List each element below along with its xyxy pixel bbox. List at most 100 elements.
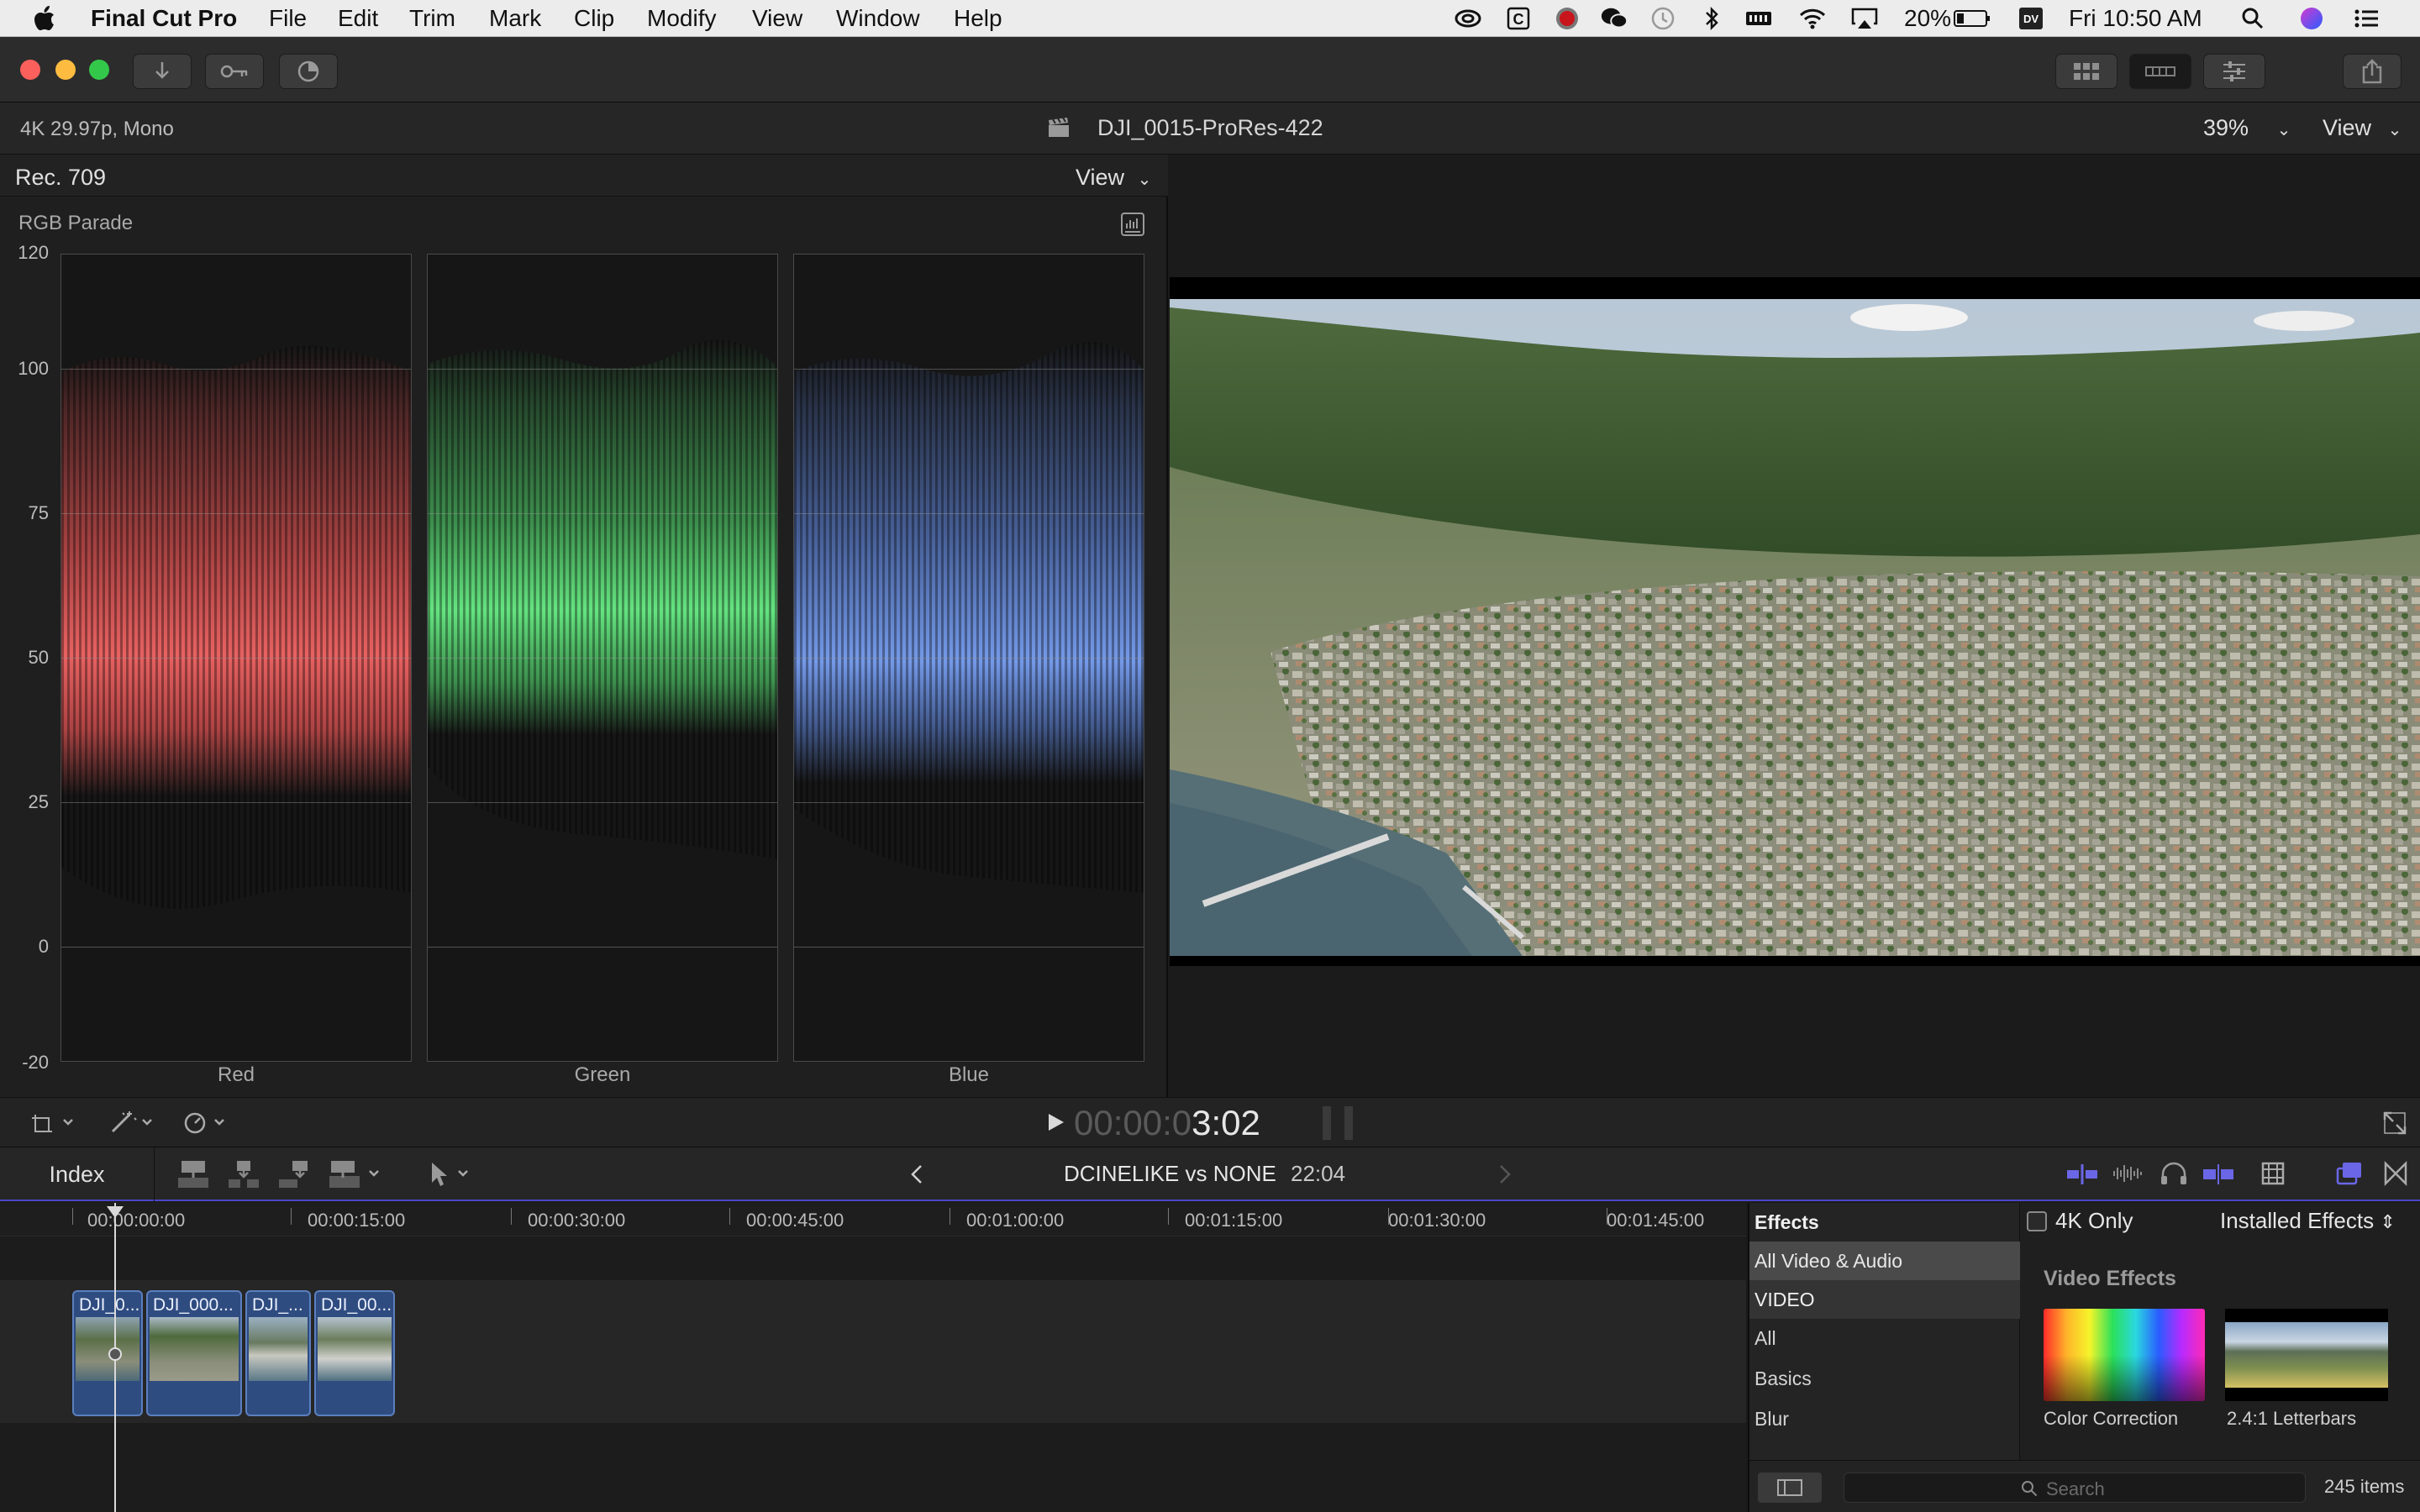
wechat-icon[interactable] bbox=[1600, 5, 1628, 32]
index-button[interactable]: Index bbox=[0, 1147, 155, 1201]
dv-badge[interactable]: DV bbox=[2017, 5, 2045, 32]
connect-clip-button[interactable] bbox=[176, 1159, 210, 1189]
audio-meter-left bbox=[1323, 1106, 1331, 1140]
import-button[interactable] bbox=[133, 54, 192, 89]
clip-thumbnail bbox=[249, 1317, 308, 1381]
category-video-header: VIDEO bbox=[1749, 1280, 2020, 1319]
menu-window[interactable]: Window bbox=[836, 5, 920, 32]
browser-toggle-button[interactable] bbox=[2055, 54, 2118, 89]
4k-only-checkbox[interactable] bbox=[2027, 1211, 2047, 1231]
retime-menu[interactable] bbox=[183, 1110, 234, 1135]
apple-icon[interactable] bbox=[30, 5, 59, 32]
menu-trim[interactable]: Trim bbox=[409, 5, 455, 32]
timecode-display[interactable]: 00:00:03:02 bbox=[1074, 1103, 1260, 1143]
timeline-toggle-button[interactable] bbox=[2129, 54, 2191, 89]
category-all-video-audio[interactable]: All Video & Audio bbox=[1749, 1242, 2020, 1280]
snapping-icon[interactable] bbox=[2202, 1163, 2235, 1186]
inspector-toggle-button[interactable] bbox=[2203, 54, 2265, 89]
scope-view-menu[interactable]: View ⌄ bbox=[1076, 165, 1151, 191]
menu-modify[interactable]: Modify bbox=[647, 5, 716, 32]
clip-thumbnail bbox=[150, 1317, 239, 1381]
category-basics[interactable]: Basics bbox=[1749, 1359, 2020, 1398]
spotlight-search-icon[interactable] bbox=[2238, 5, 2267, 32]
ruler-label: 00:01:45:00 bbox=[1607, 1210, 1705, 1231]
app-menu[interactable]: Final Cut Pro bbox=[91, 5, 237, 32]
installed-effects-label: Installed Effects bbox=[2220, 1208, 2375, 1233]
background-tasks-button[interactable] bbox=[279, 54, 338, 89]
select-tool-menu[interactable] bbox=[427, 1161, 477, 1188]
insert-clip-button[interactable] bbox=[227, 1159, 260, 1189]
video-only-skimming-icon[interactable] bbox=[2065, 1163, 2099, 1186]
menu-file[interactable]: File bbox=[269, 5, 307, 32]
audio-skimming-icon[interactable] bbox=[2111, 1161, 2144, 1186]
zoom-level-menu[interactable]: 39% ⌄ bbox=[2203, 115, 2291, 141]
letterbars-thumbnail[interactable] bbox=[2225, 1309, 2388, 1401]
sidebar-toggle-button[interactable] bbox=[1758, 1473, 1822, 1503]
format-label: 4K 29.97p, Mono bbox=[20, 118, 174, 140]
transform-menu[interactable] bbox=[29, 1111, 79, 1135]
ruler-tick bbox=[729, 1208, 730, 1225]
clip-appearance-icon[interactable] bbox=[2260, 1161, 2286, 1186]
gridline bbox=[61, 658, 411, 659]
scope-settings-icon[interactable] bbox=[1120, 212, 1145, 237]
siri-icon[interactable] bbox=[2297, 5, 2326, 32]
history-forward-icon[interactable] bbox=[1497, 1163, 1512, 1186]
history-back-icon[interactable] bbox=[909, 1163, 924, 1186]
minimize-window-button[interactable] bbox=[55, 60, 76, 80]
notification-center-icon[interactable] bbox=[2353, 5, 2381, 32]
color-correction-thumbnail[interactable] bbox=[2044, 1309, 2205, 1401]
scope-type-label: RGB Parade bbox=[18, 212, 134, 234]
fullscreen-viewer-icon[interactable] bbox=[2383, 1111, 2407, 1135]
timeline-clip[interactable]: DJI_... bbox=[245, 1290, 311, 1416]
creative-cloud-icon[interactable] bbox=[1454, 5, 1482, 32]
solo-headphones-icon[interactable] bbox=[2160, 1161, 2188, 1186]
append-clip-button[interactable] bbox=[277, 1159, 311, 1189]
view-label: View bbox=[2323, 115, 2372, 140]
menu-help[interactable]: Help bbox=[954, 5, 1002, 32]
index-label: Index bbox=[49, 1161, 105, 1187]
timeline-ruler[interactable]: 00:00:00:00 00:00:15:00 00:00:30:00 00:0… bbox=[0, 1203, 1746, 1236]
gridline bbox=[61, 802, 411, 803]
project-duration: 22:04 bbox=[1291, 1161, 1346, 1186]
wifi-icon[interactable] bbox=[1798, 5, 1827, 32]
close-window-button[interactable] bbox=[20, 60, 40, 80]
clip-thumbnail bbox=[318, 1317, 392, 1381]
memory-icon[interactable] bbox=[1744, 5, 1773, 32]
installed-effects-menu[interactable]: Installed Effects ⇕ bbox=[2220, 1208, 2396, 1234]
clock[interactable]: Fri 10:50 AM bbox=[2069, 5, 2202, 32]
effects-browser-toggle-icon[interactable] bbox=[2336, 1161, 2363, 1186]
airplay-icon[interactable] bbox=[1850, 5, 1879, 32]
fullscreen-window-button[interactable] bbox=[89, 60, 109, 80]
menu-edit[interactable]: Edit bbox=[338, 5, 378, 32]
menu-mark[interactable]: Mark bbox=[489, 5, 541, 32]
timeline-clip[interactable]: DJI_0... bbox=[72, 1290, 143, 1416]
menu-clip[interactable]: Clip bbox=[574, 5, 614, 32]
c-app-icon[interactable]: C bbox=[1504, 5, 1533, 32]
bluetooth-icon[interactable] bbox=[1697, 5, 1726, 32]
timeline-clip[interactable]: DJI_000... bbox=[146, 1290, 242, 1416]
effects-search-field[interactable]: Search bbox=[1844, 1473, 2306, 1503]
enhancements-menu[interactable] bbox=[109, 1110, 160, 1135]
share-button[interactable] bbox=[2343, 54, 2402, 89]
scope-header: Rec. 709 View ⌄ bbox=[0, 155, 1168, 197]
play-button[interactable] bbox=[1045, 1111, 1065, 1133]
clapperboard-icon bbox=[1047, 117, 1071, 139]
menu-bar: Final Cut Pro File Edit Trim Mark Clip M… bbox=[0, 0, 2420, 37]
keywords-button[interactable] bbox=[205, 54, 264, 89]
green-channel-parade bbox=[427, 254, 778, 1062]
menu-view[interactable]: View bbox=[752, 5, 802, 32]
overwrite-clip-button[interactable] bbox=[328, 1159, 387, 1189]
category-all[interactable]: All bbox=[1749, 1319, 2020, 1357]
effects-tab[interactable]: Effects bbox=[1749, 1203, 2020, 1242]
category-blur[interactable]: Blur bbox=[1749, 1399, 2020, 1438]
viewer-view-menu[interactable]: View ⌄ bbox=[2323, 115, 2402, 141]
timecode-current: 3:02 bbox=[1192, 1103, 1260, 1142]
timeline[interactable]: 00:00:00:00 00:00:15:00 00:00:30:00 00:0… bbox=[0, 1203, 1746, 1512]
gridline bbox=[61, 513, 411, 514]
record-icon[interactable] bbox=[1553, 5, 1581, 32]
video-frame-image[interactable] bbox=[1170, 299, 2420, 956]
time-machine-icon[interactable] bbox=[1649, 5, 1677, 32]
transitions-browser-toggle-icon[interactable] bbox=[2383, 1161, 2408, 1186]
battery-icon[interactable] bbox=[1951, 5, 1993, 32]
timeline-clip[interactable]: DJI_00... bbox=[314, 1290, 395, 1416]
